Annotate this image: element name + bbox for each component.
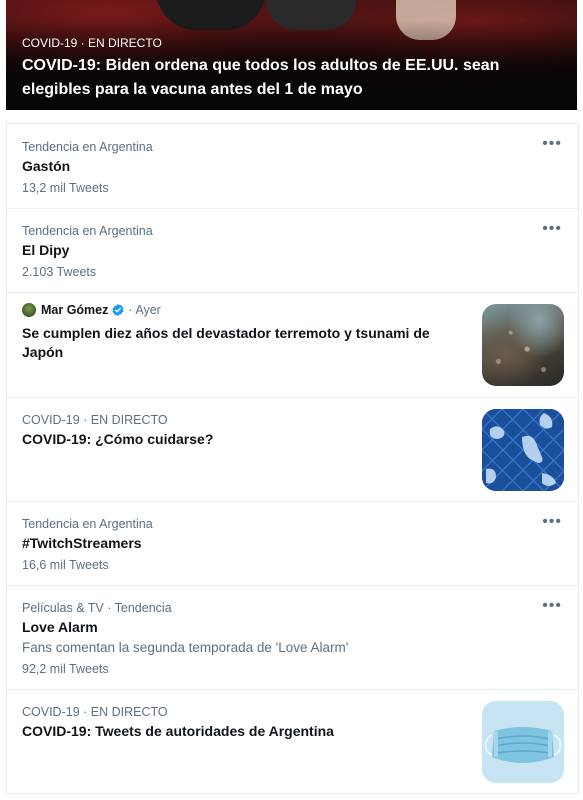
gloves-pattern-photo-icon[interactable] [482, 409, 564, 491]
verified-badge-icon [112, 303, 124, 317]
more-options-icon[interactable]: ••• [542, 221, 562, 237]
story-time: · Ayer [128, 303, 161, 317]
story-category: COVID-19 · EN DIRECTO [22, 413, 168, 427]
trend-title: Gastón [22, 158, 71, 174]
hero-title: COVID-19: Biden ordena que todos los adu… [22, 57, 500, 98]
trend-title: El Dipy [22, 242, 70, 258]
story-item[interactable]: COVID-19 · EN DIRECTO COVID-19: ¿Cómo cu… [7, 397, 578, 501]
trend-tweet-count: 92,2 mil Tweets [22, 662, 109, 676]
story-item[interactable]: Mar Gómez · Ayer Se cumplen diez años de… [7, 292, 578, 397]
trend-item[interactable]: Películas & TV · Tendencia Love Alarm Fa… [7, 585, 578, 689]
story-title: Se cumplen diez años del devastador terr… [22, 325, 430, 360]
gloves-pattern-icon [482, 409, 564, 491]
more-options-icon[interactable]: ••• [542, 136, 562, 152]
hero-category: COVID-19 · EN DIRECTO [22, 36, 162, 50]
story-category: COVID-19 · EN DIRECTO [22, 705, 168, 719]
more-options-icon[interactable]: ••• [542, 514, 562, 530]
more-options-icon[interactable]: ••• [542, 598, 562, 614]
trend-context: Tendencia en Argentina [22, 517, 153, 531]
trend-tweet-count: 2.103 Tweets [22, 265, 97, 279]
story-author: Mar Gómez · Ayer [22, 303, 161, 317]
trend-context: Tendencia en Argentina [22, 140, 153, 154]
trend-item[interactable]: Tendencia en Argentina El Dipy 2.103 Twe… [7, 208, 578, 292]
trend-context: Películas & TV · Tendencia [22, 601, 172, 615]
face-mask-photo-icon[interactable] [482, 701, 564, 783]
trend-item[interactable]: Tendencia en Argentina #TwitchStreamers … [7, 501, 578, 585]
story-title: COVID-19: ¿Cómo cuidarse? [22, 431, 214, 447]
trend-title: #TwitchStreamers [22, 535, 142, 551]
trend-tweet-count: 13,2 mil Tweets [22, 181, 109, 195]
story-item[interactable]: COVID-19 · EN DIRECTO COVID-19: Tweets d… [7, 689, 578, 794]
author-name[interactable]: Mar Gómez [41, 303, 108, 317]
story-title: COVID-19: Tweets de autoridades de Argen… [22, 723, 334, 739]
avatar [22, 303, 36, 317]
trends-list: Tendencia en Argentina Gastón 13,2 mil T… [6, 123, 579, 794]
trend-description: Fans comentan la segunda temporada de 'L… [22, 640, 349, 655]
photo-texture [482, 304, 564, 386]
trend-tweet-count: 16,6 mil Tweets [22, 558, 109, 572]
trend-title: Love Alarm [22, 619, 98, 635]
earthquake-debris-photo-icon[interactable] [482, 304, 564, 386]
hero-story[interactable]: COVID-19 · EN DIRECTO COVID-19: Biden or… [6, 0, 577, 110]
trend-item[interactable]: Tendencia en Argentina Gastón 13,2 mil T… [7, 123, 578, 208]
trend-context: Tendencia en Argentina [22, 224, 153, 238]
face-mask-icon [482, 701, 564, 783]
